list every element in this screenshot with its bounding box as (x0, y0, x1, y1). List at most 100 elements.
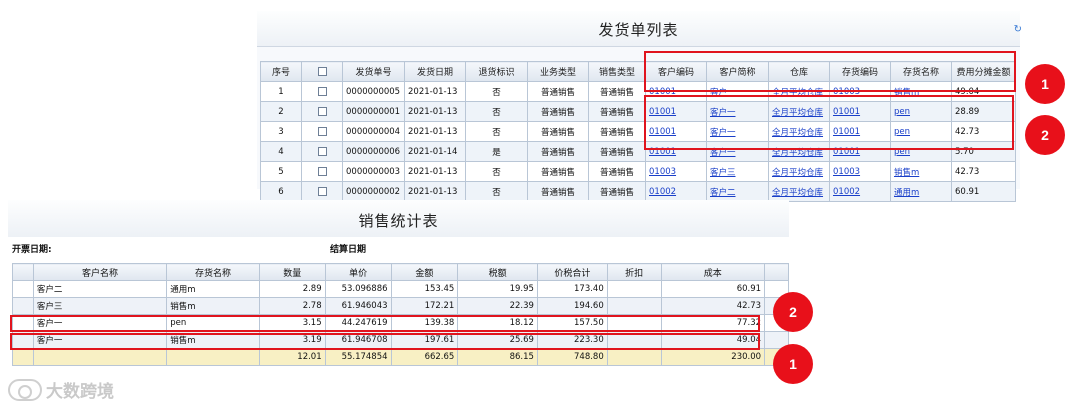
row-index: 4 (260, 141, 302, 162)
customer-abbr-link[interactable]: 客户三 (706, 161, 769, 182)
total-discount (606, 348, 662, 366)
table-row[interactable]: 5 0000000003 2021-01-13 否 普通销售 普通销售 0100… (260, 161, 1016, 182)
col-header-quantity[interactable]: 数量 (258, 263, 326, 281)
highlight-box-1-top (644, 51, 1016, 92)
col-header-return-flag[interactable]: 退货标识 (465, 61, 528, 82)
totals-row: 12.01 55.174854 662.65 86.15 748.80 230.… (12, 348, 789, 366)
business-type: 普通销售 (527, 161, 589, 182)
row-checkbox[interactable] (317, 186, 327, 196)
row-checkbox[interactable] (317, 106, 327, 116)
refresh-icon[interactable]: ↻ (1014, 24, 1022, 35)
business-type: 普通销售 (527, 81, 589, 102)
delivery-no: 0000000005 (342, 81, 405, 102)
return-flag: 否 (465, 101, 528, 122)
inventory-name-link[interactable]: 销售m (890, 161, 952, 182)
col-header-inventory-name[interactable]: 存货名称 (166, 263, 260, 281)
totals-blank-customer (32, 348, 168, 366)
sales-stats-title-bar: 销售统计表 (8, 200, 789, 237)
return-flag: 否 (465, 121, 528, 142)
business-type: 普通销售 (527, 141, 589, 162)
col-header-blank (12, 263, 34, 281)
amount: 172.21 (390, 297, 459, 315)
col-header-amount[interactable]: 金额 (390, 263, 459, 281)
unit-price: 53.096886 (324, 280, 392, 298)
total-with-tax: 173.40 (536, 280, 608, 298)
row-select[interactable] (301, 181, 343, 202)
row-checkbox[interactable] (317, 166, 327, 176)
highlight-box-2-bottom (10, 315, 760, 332)
row-select[interactable] (301, 161, 343, 182)
delivery-no: 0000000003 (342, 161, 405, 182)
inventory-code-link[interactable]: 01002 (829, 181, 891, 202)
return-flag: 否 (465, 81, 528, 102)
table-row[interactable]: 客户三 销售m 2.78 61.946043 172.21 22.39 194.… (12, 297, 789, 315)
col-header-total-with-tax[interactable]: 价税合计 (536, 263, 608, 281)
total-unit-price: 55.174854 (324, 348, 392, 366)
col-header-tax[interactable]: 税额 (457, 263, 538, 281)
annotation-badge-2-bottom: 2 (773, 292, 813, 332)
annotation-badge-1-top: 1 (1025, 64, 1065, 104)
row-index: 2 (260, 101, 302, 122)
amount: 153.45 (390, 280, 459, 298)
delivery-date: 2021-01-13 (404, 181, 466, 202)
quantity: 2.78 (258, 297, 326, 315)
annotation-badge-2-top: 2 (1025, 115, 1065, 155)
cost: 60.91 (660, 280, 766, 298)
total-with-tax-sum: 748.80 (536, 348, 608, 366)
table-row[interactable]: 客户二 通用m 2.89 53.096886 153.45 19.95 173.… (12, 280, 789, 298)
sales-type: 普通销售 (588, 81, 646, 102)
warehouse-link[interactable]: 全月平均仓库 (768, 161, 830, 182)
col-header-select-all[interactable] (301, 61, 343, 82)
sales-type: 普通销售 (588, 121, 646, 142)
row-checkbox[interactable] (317, 86, 327, 96)
return-flag: 是 (465, 141, 528, 162)
col-header-cost[interactable]: 成本 (660, 263, 766, 281)
delivery-no: 0000000006 (342, 141, 405, 162)
row-select[interactable] (301, 101, 343, 122)
customer-abbr-link[interactable]: 客户二 (706, 181, 769, 202)
inventory-name: 通用m (166, 280, 260, 298)
table-row[interactable]: 6 0000000002 2021-01-13 否 普通销售 普通销售 0100… (260, 181, 1016, 202)
row-select[interactable] (301, 121, 343, 142)
col-header-delivery-date[interactable]: 发货日期 (404, 61, 466, 82)
watermark-text: 大数跨境 (46, 382, 114, 402)
invoice-date-label: 开票日期: (12, 245, 52, 255)
col-header-sales-type[interactable]: 销售类型 (588, 61, 646, 82)
fee-allocation: 42.73 (951, 161, 1016, 182)
col-header-customer-name[interactable]: 客户名称 (32, 263, 168, 281)
customer-code-link[interactable]: 01002 (645, 181, 707, 202)
row-select[interactable] (301, 81, 343, 102)
total-with-tax: 194.60 (536, 297, 608, 315)
total-tax: 86.15 (457, 348, 538, 366)
row-checkbox[interactable] (317, 146, 327, 156)
col-header-business-type[interactable]: 业务类型 (527, 61, 589, 82)
business-type: 普通销售 (527, 121, 589, 142)
inventory-code-link[interactable]: 01003 (829, 161, 891, 182)
watermark-logo-icon (8, 378, 42, 401)
delivery-date: 2021-01-13 (404, 121, 466, 142)
annotation-badge-1-bottom: 1 (773, 344, 813, 384)
row-index: 6 (260, 181, 302, 202)
row-index: 5 (260, 161, 302, 182)
tax: 19.95 (457, 280, 538, 298)
inventory-name: 销售m (166, 297, 260, 315)
row-index: 1 (260, 81, 302, 102)
col-header-delivery-no[interactable]: 发货单号 (342, 61, 405, 82)
sales-type: 普通销售 (588, 181, 646, 202)
select-all-checkbox[interactable] (317, 66, 327, 76)
inventory-name-link[interactable]: 通用m (890, 181, 952, 202)
quantity: 2.89 (258, 280, 326, 298)
delivery-date: 2021-01-13 (404, 161, 466, 182)
settle-date-label: 结算日期 (330, 245, 367, 255)
customer-name: 客户二 (32, 280, 168, 298)
col-header-discount[interactable]: 折扣 (606, 263, 662, 281)
customer-code-link[interactable]: 01003 (645, 161, 707, 182)
row-index: 3 (260, 121, 302, 142)
row-checkbox[interactable] (317, 126, 327, 136)
return-flag: 否 (465, 161, 528, 182)
row-select[interactable] (301, 141, 343, 162)
warehouse-link[interactable]: 全月平均仓库 (768, 181, 830, 202)
col-header-unit-price[interactable]: 单价 (324, 263, 392, 281)
totals-blank-inventory (166, 348, 260, 366)
col-header-index[interactable]: 序号 (260, 61, 302, 82)
